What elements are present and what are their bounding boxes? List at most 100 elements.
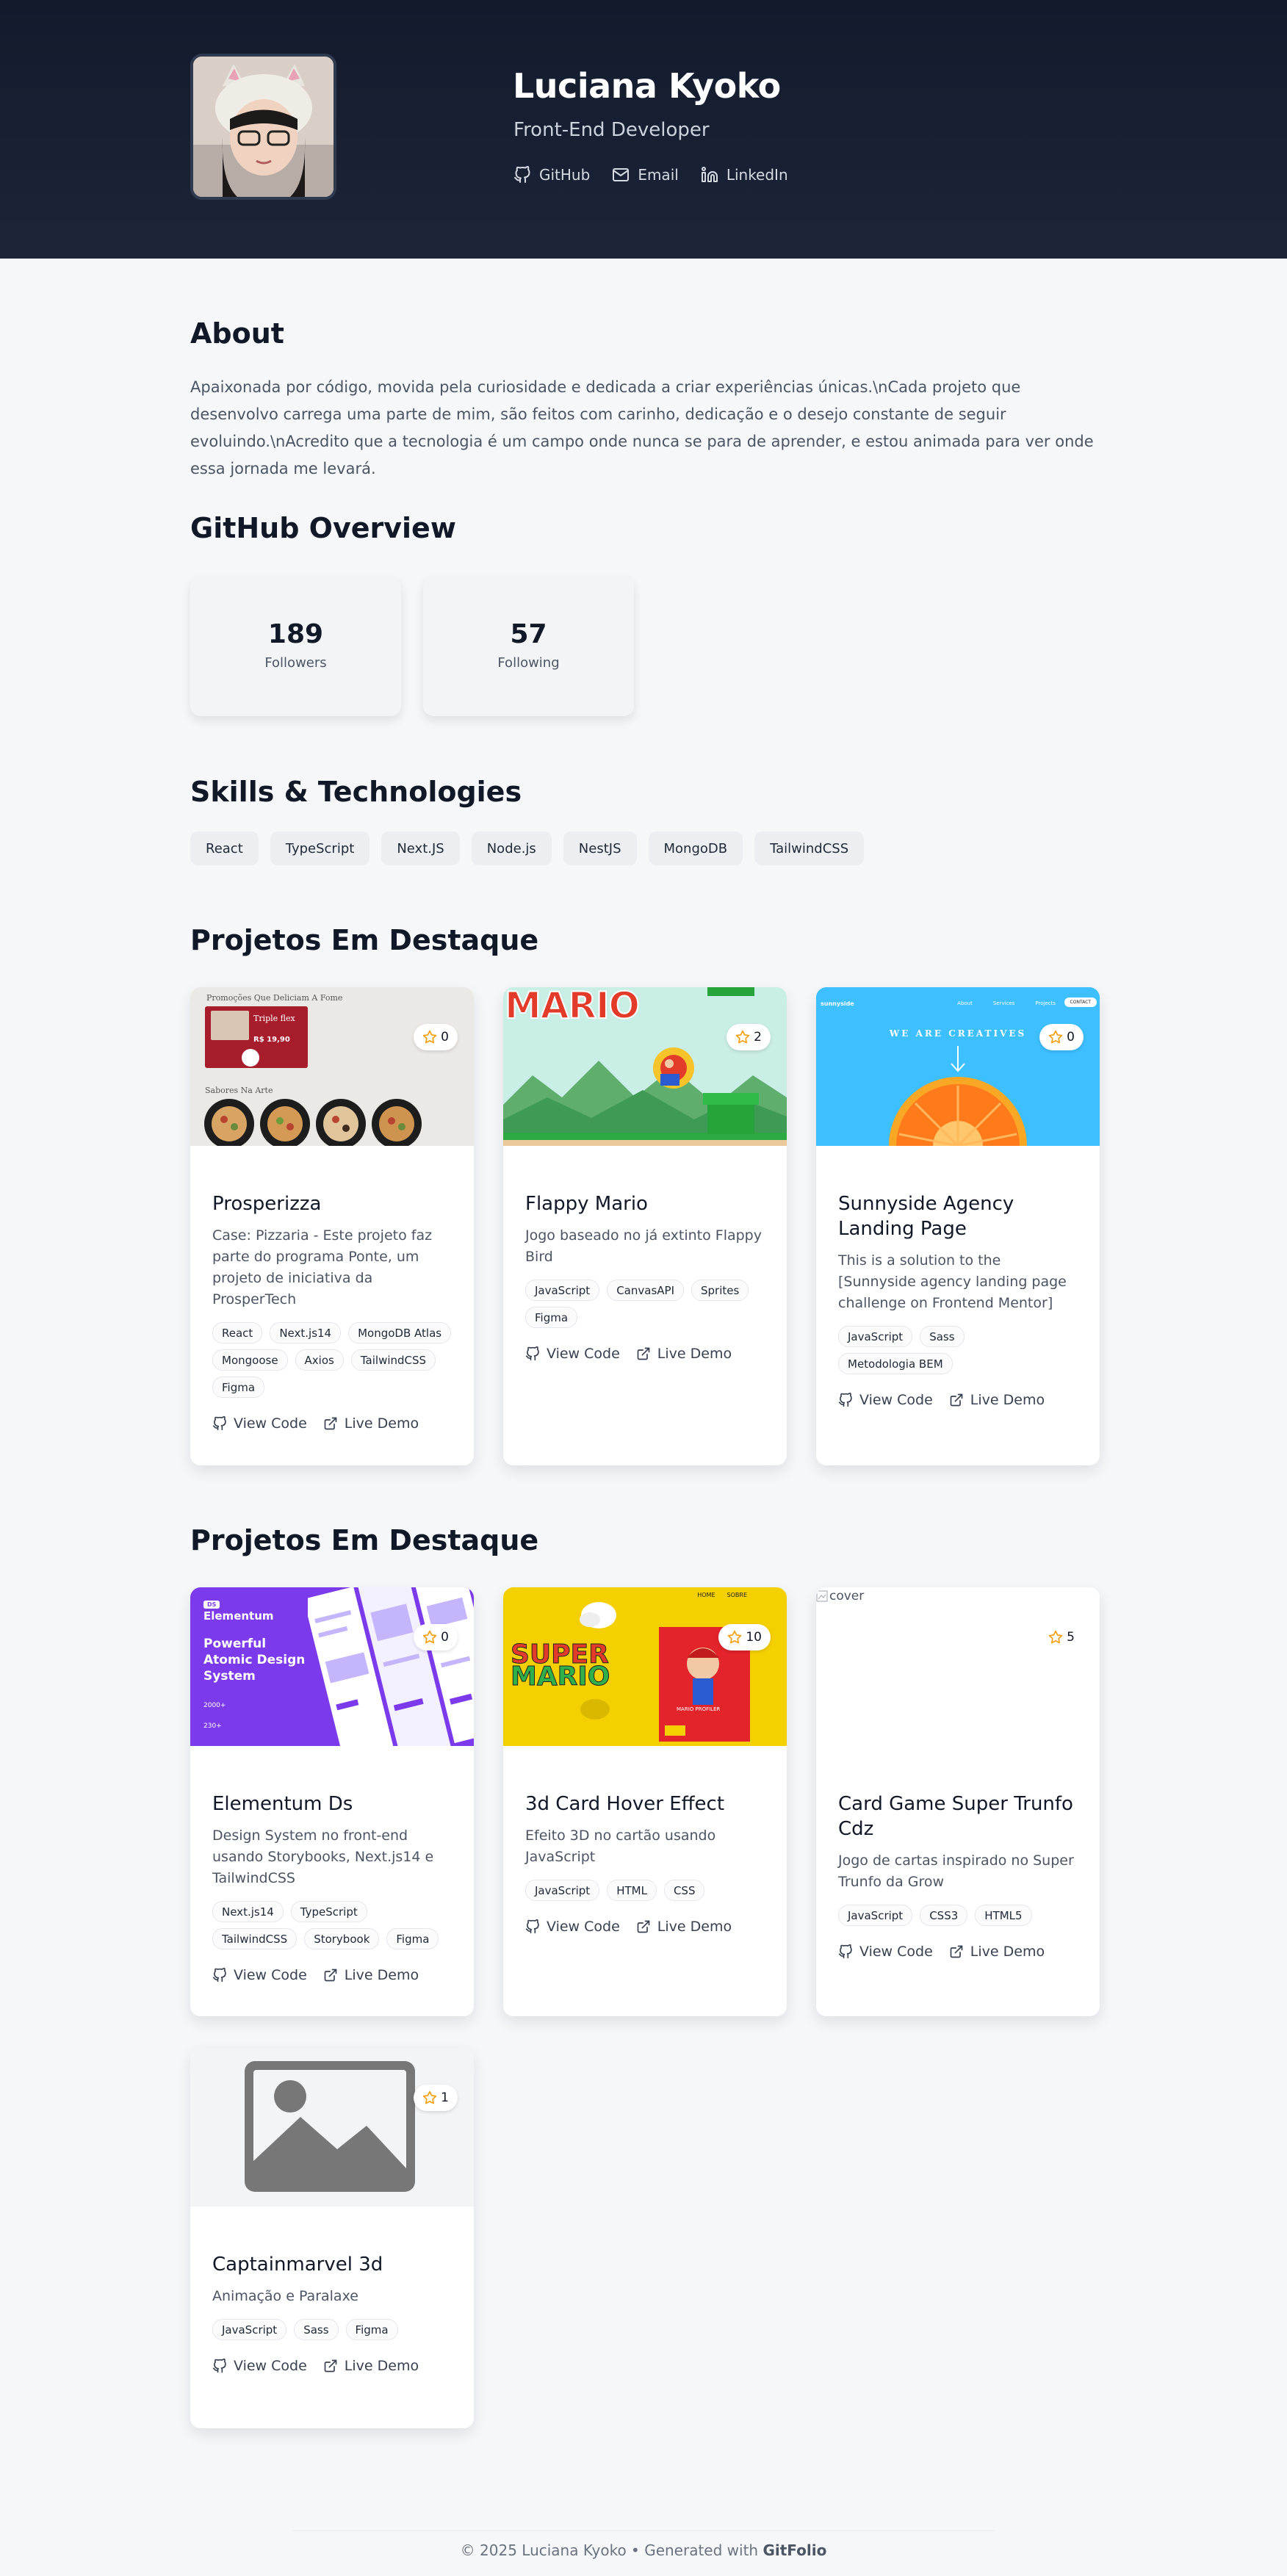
tech-tag: Sass xyxy=(920,1326,965,1347)
stars-count: 0 xyxy=(1067,1030,1075,1045)
cover-badge: DS xyxy=(203,1601,220,1609)
project-cover[interactable]: DS Elementum Powerful Atomic Design Syst… xyxy=(190,1587,474,1746)
view-code-link[interactable]: View Code xyxy=(838,1944,933,1960)
github-icon xyxy=(525,1346,539,1361)
project-tags: JavaScript HTML CSS xyxy=(525,1880,765,1901)
following-card: 57 Following xyxy=(423,577,634,716)
live-demo-link[interactable]: Live Demo xyxy=(323,1415,419,1432)
live-demo-label: Live Demo xyxy=(970,1944,1045,1960)
stars-count: 1 xyxy=(441,2090,449,2105)
star-icon xyxy=(1049,1630,1063,1644)
stars-badge: 5 xyxy=(1039,1624,1084,1650)
github-link[interactable]: GitHub xyxy=(513,166,590,184)
cover-subheading: Sabores Na Arte xyxy=(205,1086,273,1095)
star-icon xyxy=(728,1630,742,1644)
avatar-photo xyxy=(193,57,334,197)
view-code-link[interactable]: View Code xyxy=(212,2358,307,2374)
linkedin-link-label: LinkedIn xyxy=(726,166,788,184)
project-card-flappy-mario: MARIO 2 Flappy Mario Jogo baseado no já … xyxy=(503,987,787,1465)
skill-chip: Node.js xyxy=(471,831,552,865)
project-cover[interactable]: 1 xyxy=(190,2048,474,2207)
stars-badge: 0 xyxy=(414,1624,458,1650)
view-code-link[interactable]: View Code xyxy=(525,1346,620,1362)
project-tags: JavaScript Sass Metodologia BEM xyxy=(838,1326,1078,1374)
cover-stat: 230+ xyxy=(203,1722,222,1730)
project-card-captainmarvel-3d: 1 Captainmarvel 3d Animação e Paralaxe J… xyxy=(190,2048,474,2428)
tech-tag: CSS xyxy=(663,1880,705,1901)
tech-tag: MongoDB Atlas xyxy=(348,1322,452,1343)
tech-tag: CSS3 xyxy=(920,1905,968,1926)
live-demo-link[interactable]: Live Demo xyxy=(636,1919,732,1935)
github-icon xyxy=(212,1416,226,1431)
live-demo-link[interactable]: Live Demo xyxy=(949,1392,1045,1408)
cover-stat: 2000+ xyxy=(203,1702,226,1709)
project-cover[interactable]: cover 5 xyxy=(816,1587,1100,1746)
star-icon xyxy=(423,2090,437,2104)
star-icon xyxy=(423,1630,437,1644)
tech-tag: Sass xyxy=(294,2319,339,2340)
view-code-link[interactable]: View Code xyxy=(212,1415,307,1432)
live-demo-link[interactable]: Live Demo xyxy=(323,2358,419,2374)
profile-header: Luciana Kyoko Front-End Developer GitHub… xyxy=(0,0,1287,259)
tech-tag: TailwindCSS xyxy=(212,1928,298,1949)
project-cover[interactable]: Promoções Que Deliciam A Fome Triple fle… xyxy=(190,987,474,1146)
live-demo-link[interactable]: Live Demo xyxy=(949,1944,1045,1960)
tech-tag: Next.js14 xyxy=(270,1322,342,1343)
live-demo-label: Live Demo xyxy=(657,1919,732,1935)
project-title: Elementum Ds xyxy=(212,1793,353,1815)
featured-projects-heading: Projetos Em Destaque xyxy=(190,924,539,956)
tech-tag: TailwindCSS xyxy=(350,1349,436,1371)
project-cover[interactable]: MARIO 2 xyxy=(503,987,787,1146)
view-code-link[interactable]: View Code xyxy=(525,1919,620,1935)
tech-tag: Sprites xyxy=(691,1280,749,1301)
view-code-label: View Code xyxy=(547,1346,620,1362)
project-title: Captainmarvel 3d xyxy=(212,2254,383,2276)
star-icon xyxy=(1049,1030,1063,1044)
skill-chip: TypeScript xyxy=(270,831,370,865)
live-demo-link[interactable]: Live Demo xyxy=(323,1967,419,1983)
live-demo-link[interactable]: Live Demo xyxy=(636,1346,732,1362)
tech-tag: JavaScript xyxy=(525,1280,600,1301)
view-code-link[interactable]: View Code xyxy=(838,1392,933,1408)
stars-badge: 10 xyxy=(718,1624,771,1650)
project-tags: JavaScript CanvasAPI Sprites Figma xyxy=(525,1280,765,1328)
image-placeholder-icon xyxy=(245,2061,415,2192)
project-description: Efeito 3D no cartão usando JavaScript xyxy=(525,1828,716,1865)
view-code-label: View Code xyxy=(859,1392,933,1408)
project-cover[interactable]: sunnyside About Services Projects CONTAC… xyxy=(816,987,1100,1146)
tech-tag: Storybook xyxy=(304,1928,380,1949)
following-label: Following xyxy=(497,655,560,671)
project-description: Case: Pizzaria - Este projeto faz parte … xyxy=(212,1227,433,1307)
github-overview-heading: GitHub Overview xyxy=(190,512,456,544)
tech-tag: JavaScript xyxy=(838,1326,913,1347)
project-cover[interactable]: HOME SOBRE SUPER MARIO MARIO PROFILER 10 xyxy=(503,1587,787,1746)
project-tags: JavaScript Sass Figma xyxy=(212,2319,452,2340)
cover-heading: Promoções Que Deliciam A Fome xyxy=(206,993,343,1003)
linkedin-link[interactable]: LinkedIn xyxy=(701,166,788,184)
tech-tag: Axios xyxy=(295,1349,344,1371)
stars-badge: 1 xyxy=(414,2085,458,2111)
project-title: Flappy Mario xyxy=(525,1193,648,1215)
followers-label: Followers xyxy=(264,655,327,671)
broken-image: cover xyxy=(816,1589,864,1603)
project-card-super-trunfo: cover 5 Card Game Super Trunfo Cdz Jogo … xyxy=(816,1587,1100,2016)
tech-tag: HTML xyxy=(607,1880,657,1901)
project-description: Jogo de cartas inspirado no Super Trunfo… xyxy=(838,1852,1074,1890)
featured-projects-heading: Projetos Em Destaque xyxy=(190,1524,539,1556)
footer-brand-link[interactable]: GitFolio xyxy=(763,2541,826,2559)
linkedin-icon xyxy=(701,167,718,182)
live-demo-label: Live Demo xyxy=(344,1415,419,1432)
cover-promo-price: R$ 19,90 xyxy=(253,1036,290,1044)
stars-count: 2 xyxy=(754,1030,762,1045)
project-card-3d-card-hover: HOME SOBRE SUPER MARIO MARIO PROFILER 10… xyxy=(503,1587,787,2016)
broken-image-icon xyxy=(816,1590,828,1602)
followers-card: 189 Followers xyxy=(190,577,401,716)
view-code-link[interactable]: View Code xyxy=(212,1967,307,1983)
live-demo-label: Live Demo xyxy=(657,1346,732,1362)
profile-role: Front-End Developer xyxy=(513,119,710,141)
email-link[interactable]: Email xyxy=(612,166,679,184)
project-description: Jogo baseado no já extinto Flappy Bird xyxy=(525,1227,762,1265)
stars-count: 0 xyxy=(441,1030,449,1045)
tech-tag: React xyxy=(212,1322,263,1343)
profile-name: Luciana Kyoko xyxy=(513,66,781,106)
